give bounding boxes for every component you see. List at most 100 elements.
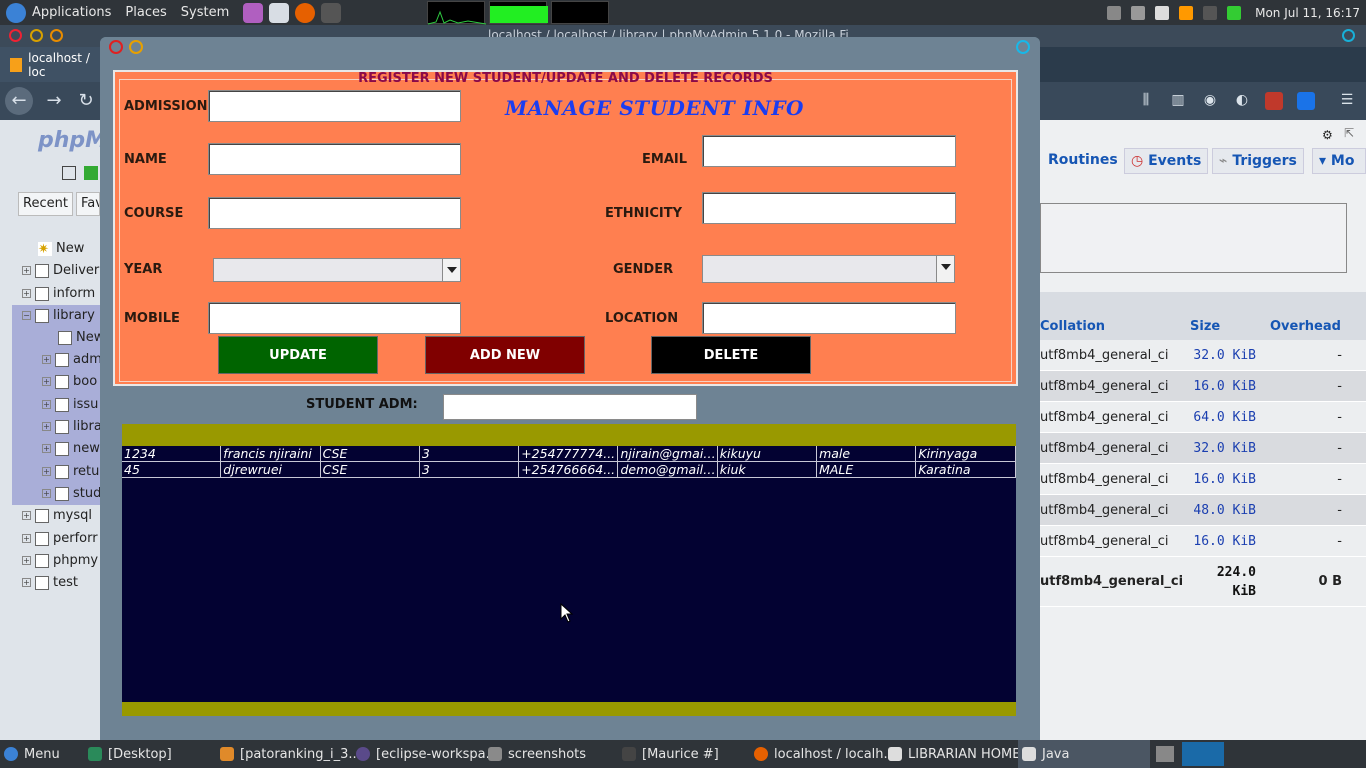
vlc-icon[interactable] (1179, 5, 1194, 20)
pma-table-row[interactable]: utf8mb4_general_ci 16.0 KiB - (1040, 371, 1366, 402)
overhead-header[interactable]: Overhead (1266, 319, 1348, 334)
year-combo[interactable] (213, 258, 461, 282)
delete-button[interactable]: DELETE (651, 336, 811, 374)
taskbar-screenshots[interactable]: screenshots (488, 740, 586, 768)
expand-icon[interactable]: + (42, 377, 51, 386)
home-icon[interactable] (62, 166, 76, 180)
tab-triggers[interactable]: ⌁ Triggers (1212, 148, 1304, 174)
location-input[interactable] (702, 302, 956, 334)
name-input[interactable] (208, 143, 461, 175)
taskbar-firefox[interactable]: localhost / localh... (754, 740, 896, 768)
pma-table-row[interactable]: utf8mb4_general_ci 16.0 KiB - (1040, 464, 1366, 495)
tree-db-phpmyadmin[interactable]: + phpmy (22, 553, 98, 568)
expand-icon[interactable]: + (22, 578, 31, 587)
size-cell[interactable]: 32.0 KiB (1186, 441, 1266, 456)
size-cell[interactable]: 16.0 KiB (1186, 534, 1266, 549)
expand-icon[interactable]: + (42, 444, 51, 453)
pma-table-row[interactable]: utf8mb4_general_ci 48.0 KiB - (1040, 495, 1366, 526)
mate-logo-icon[interactable] (6, 2, 26, 23)
volume-icon[interactable] (1155, 5, 1170, 20)
table-cell[interactable]: +254777774... (519, 446, 619, 462)
table-cell[interactable]: CSE (321, 462, 420, 478)
table-cell[interactable]: francis njiraini (221, 446, 321, 462)
reload-icon[interactable]: ↻ (72, 87, 100, 115)
expand-icon[interactable]: + (42, 400, 51, 409)
chevron-down-icon[interactable] (936, 256, 954, 282)
sql-icon[interactable] (84, 166, 98, 180)
workspace-1-icon[interactable] (1156, 746, 1174, 762)
settings-gear-icon[interactable]: ⚙ (1322, 128, 1333, 142)
tree-db-inform[interactable]: + inform (22, 286, 95, 301)
collapse-icon[interactable]: − (22, 311, 31, 320)
table-cell[interactable]: kiuk (718, 462, 818, 478)
table-cell[interactable]: 3 (420, 446, 520, 462)
launcher-settings-icon[interactable] (269, 2, 290, 23)
tree-table-libra[interactable]: + libra (42, 419, 102, 434)
expand-icon[interactable]: + (42, 489, 51, 498)
tree-db-performance[interactable]: + perforr (22, 531, 98, 546)
applications-menu[interactable]: Applications (32, 5, 111, 20)
bluetooth-icon[interactable] (1107, 5, 1122, 20)
taskbar-menu[interactable]: Menu (4, 740, 60, 768)
table-cell[interactable]: male (817, 446, 917, 462)
tree-new[interactable]: ✷ New (38, 241, 84, 257)
pma-table-row[interactable]: utf8mb4_general_ci 32.0 KiB - (1040, 433, 1366, 464)
email-input[interactable] (702, 135, 956, 167)
table-row[interactable]: 45 djrewruei CSE 3 +254766664... demo@gm… (122, 462, 1016, 478)
expand-icon[interactable]: + (42, 355, 51, 364)
table-cell[interactable]: Karatina (916, 462, 1016, 478)
size-cell[interactable]: 16.0 KiB (1186, 472, 1266, 487)
s-extension-icon[interactable] (1297, 92, 1315, 110)
table-cell[interactable]: kikuyu (718, 446, 818, 462)
tab-routines[interactable]: Routines (1042, 148, 1124, 174)
ublock-icon[interactable] (1265, 92, 1283, 110)
favorites-button[interactable]: Fav (76, 192, 100, 216)
clock[interactable]: Mon Jul 11, 16:17 (1255, 6, 1360, 20)
tree-table-boo[interactable]: + boo (42, 374, 97, 389)
ethnicity-input[interactable] (702, 192, 956, 224)
expand-icon[interactable]: + (22, 534, 31, 543)
restore-window-icon[interactable] (1342, 29, 1355, 42)
tree-table-stud[interactable]: + stud (42, 486, 101, 501)
close-window-icon[interactable] (9, 29, 22, 42)
launcher-app-icon[interactable] (243, 2, 264, 23)
expand-icon[interactable]: + (42, 467, 51, 476)
collation-header[interactable]: Collation (1040, 319, 1186, 334)
add-new-button[interactable]: ADD NEW (425, 336, 585, 374)
recent-button[interactable]: Recent (18, 192, 73, 216)
size-cell[interactable]: 48.0 KiB (1186, 503, 1266, 518)
extension-icon[interactable]: ◐ (1233, 92, 1251, 110)
tab-more[interactable]: ▾ Mo (1312, 148, 1366, 174)
tree-db-deliver[interactable]: + Deliver (22, 263, 99, 278)
library-icon[interactable]: ⫼ (1137, 92, 1155, 110)
expand-icon[interactable]: + (22, 266, 31, 275)
expand-icon[interactable]: + (22, 556, 31, 565)
taskbar-eclipse[interactable]: [eclipse-workspa... (356, 740, 498, 768)
taskbar-patoranking[interactable]: [patoranking_i_3... (220, 740, 361, 768)
table-cell[interactable]: MALE (817, 462, 917, 478)
mobile-input[interactable] (208, 302, 461, 334)
tab-events[interactable]: ◷ Events (1124, 148, 1209, 174)
account-icon[interactable]: ◉ (1201, 92, 1219, 110)
taskbar-librarian-home[interactable]: LIBRARIAN HOME (888, 740, 1020, 768)
back-arrow-icon[interactable]: ← (5, 87, 33, 115)
table-cell[interactable]: 3 (420, 462, 520, 478)
launcher-terminal-icon[interactable] (321, 2, 342, 23)
sidebar-icon[interactable]: ▥ (1169, 92, 1187, 110)
chevron-down-icon[interactable] (442, 259, 460, 281)
table-cell[interactable]: Kirinyaga (916, 446, 1016, 462)
minimize-window-icon[interactable] (129, 40, 143, 54)
size-cell[interactable]: 16.0 KiB (1186, 379, 1266, 394)
taskbar-terminal[interactable]: [Maurice #] (622, 740, 719, 768)
table-cell[interactable]: demo@gmail.... (618, 462, 718, 478)
gender-combo[interactable] (702, 255, 955, 283)
display-icon[interactable] (1203, 5, 1218, 20)
table-cell[interactable]: 1234 (122, 446, 222, 462)
tree-table-retu[interactable]: + retu (42, 464, 99, 479)
pma-query-box[interactable] (1040, 203, 1347, 273)
table-cell[interactable]: +254766664... (519, 462, 619, 478)
pma-table-row[interactable]: utf8mb4_general_ci 16.0 KiB - (1040, 526, 1366, 557)
student-adm-search-input[interactable] (443, 394, 697, 420)
pma-table-row[interactable]: utf8mb4_general_ci 32.0 KiB - (1040, 340, 1366, 371)
table-row[interactable]: 1234 francis njiraini CSE 3 +254777774..… (122, 446, 1016, 462)
